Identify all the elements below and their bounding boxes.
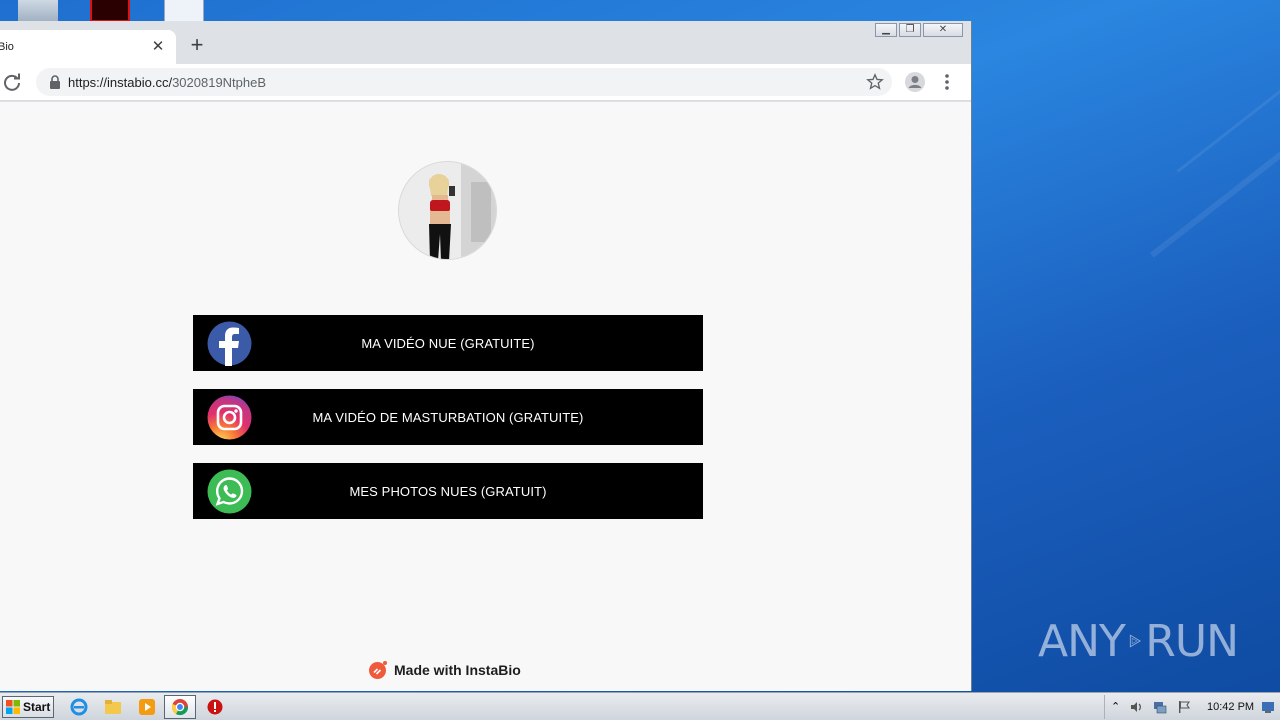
watermark-left-text: ANY (1038, 615, 1126, 667)
recycle-bin-icon[interactable] (18, 0, 58, 22)
link-button-3[interactable]: MES PHOTOS NUES (GRATUIT) (193, 463, 703, 519)
whatsapp-icon (207, 469, 252, 514)
browser-tab[interactable]: Bio ✕ (0, 30, 176, 64)
facebook-icon (207, 321, 252, 366)
url-text[interactable]: https://instabio.cc/3020819NtpheB (68, 75, 266, 90)
start-label: Start (23, 700, 51, 714)
document-icon[interactable] (164, 0, 204, 22)
link-button-1[interactable]: MA VIDÉO NUE (GRATUITE) (193, 315, 703, 371)
tab-close-icon[interactable]: ✕ (150, 39, 166, 55)
start-button[interactable]: Start (2, 696, 54, 718)
browser-menu-icon[interactable] (938, 71, 956, 93)
play-icon (1129, 634, 1141, 648)
taskbar: Start ⌃ 10:42 PM (0, 692, 1280, 720)
action-center-flag-icon[interactable] (1177, 700, 1191, 714)
avatar-image (399, 162, 496, 259)
page-viewport: MA VIDÉO NUE (GRATUITE) MA VIDÉO DE MAST… (0, 102, 971, 691)
new-tab-button[interactable]: + (186, 34, 208, 57)
stop-app-icon[interactable] (206, 698, 224, 716)
reload-icon[interactable] (2, 72, 22, 92)
avatar (398, 161, 497, 260)
link-button-label: MA VIDÉO DE MASTURBATION (GRATUITE) (312, 409, 584, 425)
show-desktop-icon[interactable] (1261, 700, 1275, 714)
internet-explorer-icon[interactable] (70, 698, 88, 716)
url-host: https://instabio.cc/ (68, 75, 173, 90)
instagram-icon (207, 395, 252, 440)
url-path: 3020819NtpheB (172, 75, 267, 90)
link-button-2[interactable]: MA VIDÉO DE MASTURBATION (GRATUITE) (193, 389, 703, 445)
address-bar[interactable]: https://instabio.cc/3020819NtpheB (36, 68, 892, 96)
browser-window: ▁ ❐ ✕ Bio ✕ + https://instabio.cc/302081… (0, 21, 972, 691)
browser-toolbar: https://instabio.cc/3020819NtpheB (0, 64, 971, 101)
tab-title: Bio (0, 41, 14, 53)
lock-icon[interactable] (48, 75, 62, 89)
bookmark-star-icon[interactable] (866, 73, 884, 91)
window-controls: ▁ ❐ ✕ (875, 23, 963, 37)
anyrun-watermark: ANY RUN (1038, 606, 1239, 676)
show-hidden-icons-icon[interactable]: ⌃ (1111, 700, 1125, 714)
instabio-logo-icon (369, 661, 387, 679)
wallpaper-streak (1149, 68, 1280, 258)
minimize-button[interactable]: ▁ (875, 23, 897, 37)
windows-logo-icon (6, 700, 20, 714)
link-button-label: MES PHOTOS NUES (GRATUIT) (349, 483, 547, 499)
chrome-taskbar-button[interactable] (164, 695, 196, 719)
made-with-instabio-link[interactable]: Made with InstaBio (368, 660, 521, 680)
network-icon[interactable] (1153, 700, 1167, 714)
made-with-text: Made with InstaBio (394, 662, 521, 678)
profile-icon[interactable] (904, 71, 926, 93)
flash-app-icon[interactable] (90, 0, 130, 22)
system-clock[interactable]: 10:42 PM (1207, 701, 1254, 713)
volume-icon[interactable] (1129, 700, 1143, 714)
chrome-icon (171, 699, 189, 716)
watermark-right-text: RUN (1145, 615, 1239, 667)
maximize-button[interactable]: ❐ (899, 23, 921, 37)
media-player-icon[interactable] (138, 698, 156, 716)
file-explorer-icon[interactable] (104, 698, 122, 716)
system-tray: ⌃ 10:42 PM (1104, 695, 1280, 719)
close-window-button[interactable]: ✕ (923, 23, 963, 37)
wallpaper-streak (1176, 10, 1280, 173)
link-button-label: MA VIDÉO NUE (GRATUITE) (361, 335, 535, 351)
